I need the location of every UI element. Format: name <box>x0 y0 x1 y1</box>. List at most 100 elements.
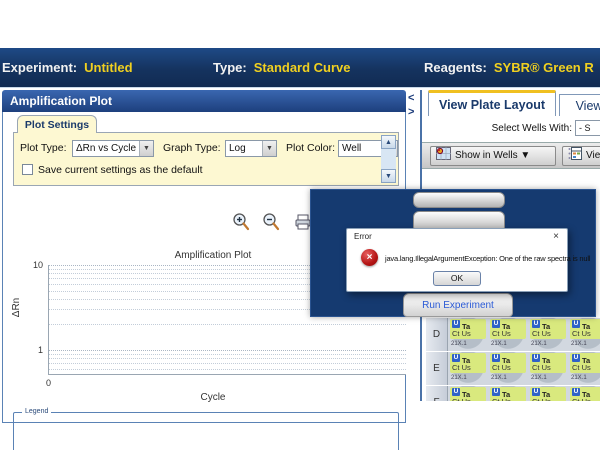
well-label-block: UTaCt Us <box>490 353 526 373</box>
well-label-block: UTaCt Us <box>570 319 600 339</box>
unknown-task-icon: U <box>532 388 540 396</box>
table-icon <box>568 147 582 167</box>
well-label-block: UTaCt Us <box>530 353 566 373</box>
plate-well[interactable]: UTaCt Us21X.1 <box>448 386 488 401</box>
graph-type-value: Log <box>229 143 246 154</box>
chevron-down-icon: ▼ <box>262 141 276 156</box>
plot-color-label: Plot Color: <box>286 140 335 157</box>
experiment-value: Untitled <box>84 60 132 75</box>
tab-plot-settings[interactable]: Plot Settings <box>17 115 97 133</box>
collapse-left-icon[interactable]: < <box>408 92 414 104</box>
run-window-button[interactable] <box>413 192 505 208</box>
plate-well[interactable]: UTaCt Us 21X.1 <box>528 352 568 385</box>
well-quantity-text: 21X.1 <box>571 375 587 381</box>
well-quantity-text: 21X.1 <box>491 341 507 347</box>
zoom-in-icon[interactable] <box>231 212 251 232</box>
plate-row-label[interactable]: F <box>426 386 448 401</box>
well-sample-text: Ct Us <box>492 363 524 372</box>
collapse-right-icon[interactable]: > <box>408 106 414 118</box>
tab-view-plate-layout[interactable]: View Plate Layout <box>428 90 556 116</box>
well-sample-text: Ct Us <box>532 363 564 372</box>
plot-color-value: Well <box>342 143 361 154</box>
show-in-wells-button[interactable]: Show in Wells ▼ <box>430 146 556 166</box>
well-label-block: UTaCt Us <box>450 319 486 339</box>
settings-scrollbar[interactable]: ▲ ▼ <box>381 135 396 183</box>
plot-type-label: Plot Type: <box>20 140 67 157</box>
well-sample-text: Ct Us <box>492 397 524 401</box>
reagents-value: SYBR® Green R <box>494 60 594 75</box>
y-tick-10: 10 <box>17 260 43 270</box>
close-icon[interactable]: × <box>553 231 559 242</box>
type-field: Type: Standard Curve <box>213 48 351 88</box>
plate-well[interactable]: UTaCt Us 21X.1 <box>488 318 528 351</box>
graph-type-dropdown[interactable]: Log ▼ <box>225 140 277 157</box>
view-legend-label: View L <box>586 150 600 161</box>
unknown-task-icon: U <box>532 320 540 328</box>
plate-well[interactable]: UTaCt Us21X.1 <box>528 318 568 351</box>
well-quantity-text: 21X.1 <box>491 375 507 381</box>
well-quantity-text: 21X.1 <box>451 375 467 381</box>
plate-row-label[interactable]: D <box>426 318 448 351</box>
reagents-label: Reagents: <box>424 60 487 75</box>
plate-well[interactable]: UTaCt Us 21X.1 <box>488 352 528 385</box>
save-default-checkbox[interactable] <box>22 164 33 175</box>
chevron-down-icon: ▼ <box>139 141 153 156</box>
unknown-task-icon: U <box>532 354 540 362</box>
x-tick-0: 0 <box>46 378 51 388</box>
plot-settings-box: Plot Type: ΔRn vs Cycle ▼ Graph Type: Lo… <box>13 132 399 186</box>
y-axis-label: ΔRn <box>11 298 22 317</box>
type-label: Type: <box>213 60 247 75</box>
plate-toolbar: Show in Wells ▼ View L <box>422 142 600 169</box>
x-axis-label: Cycle <box>48 392 378 403</box>
well-quantity-text: 21X.1 <box>531 375 547 381</box>
well-label-block: UTaCt Us <box>450 387 486 401</box>
ok-button[interactable]: OK <box>433 271 481 286</box>
unknown-task-icon: U <box>572 320 580 328</box>
well-label-block: UTaCt Us <box>490 319 526 339</box>
select-wells-value: - S <box>579 123 591 133</box>
error-icon: × <box>361 249 378 266</box>
plot-type-dropdown[interactable]: ΔRn vs Cycle ▼ <box>72 140 154 157</box>
plate-well[interactable]: UTaCt Us21X.1 <box>488 386 528 401</box>
well-sample-text: Ct Us <box>452 397 484 401</box>
app-window: Experiment:Untitled Type:Standard Curve … <box>0 0 600 450</box>
tab-view-well-table[interactable]: View <box>559 94 600 116</box>
plate-well[interactable]: UTaCt Us21X.1 <box>448 352 488 385</box>
type-value: Standard Curve <box>254 60 351 75</box>
plate-well[interactable]: UTaCt Us21X.1 <box>568 386 600 401</box>
plate-grid: DUTaCt Us21X.1UTaCt Us21X.1UTaCt Us21X.1… <box>426 318 600 401</box>
plot-settings-row: Plot Type: ΔRn vs Cycle ▼ Graph Type: Lo… <box>20 140 386 157</box>
run-experiment-button[interactable]: Run Experiment <box>403 293 513 317</box>
view-legend-button[interactable]: View L <box>562 146 600 166</box>
error-message: java.lang.IllegalArgumentException: One … <box>385 254 590 263</box>
wells-icon <box>436 147 451 167</box>
unknown-task-icon: U <box>452 320 460 328</box>
plate-rows: DUTaCt Us21X.1UTaCt Us21X.1UTaCt Us21X.1… <box>426 318 600 401</box>
scroll-up-icon[interactable]: ▲ <box>381 135 396 149</box>
select-wells-dropdown[interactable]: - S <box>575 120 600 136</box>
plate-well[interactable]: UTaCt Us 21X.1 <box>448 318 488 351</box>
plate-well[interactable]: UTaCt Us21X.1 <box>568 318 600 351</box>
experiment-field: Experiment: Untitled <box>2 48 133 88</box>
save-default-row: Save current settings as the default <box>22 164 203 178</box>
well-sample-text: Ct Us <box>452 363 484 372</box>
legend-box: Legend <box>13 412 399 450</box>
well-sample-text: Ct Us <box>572 363 600 372</box>
plate-well[interactable]: UTaCt Us21X.1 <box>528 386 568 401</box>
unknown-task-icon: U <box>492 354 500 362</box>
well-quantity-text: 21X.1 <box>451 341 467 347</box>
plot-type-value: ΔRn vs Cycle <box>76 143 136 154</box>
plate-well[interactable]: UTaCt Us21X.1 <box>568 352 600 385</box>
show-in-wells-label: Show in Wells ▼ <box>455 150 530 161</box>
plate-row-label[interactable]: E <box>426 352 448 385</box>
scroll-down-icon[interactable]: ▼ <box>381 169 396 183</box>
select-wells-label: Select Wells With: <box>492 123 572 134</box>
y-tick-1: 1 <box>17 345 43 355</box>
well-label-block: UTaCt Us <box>570 387 600 401</box>
experiment-header-bar: Experiment:Untitled Type:Standard Curve … <box>0 48 600 88</box>
well-sample-text: Ct Us <box>452 329 484 338</box>
reagents-field: Reagents: SYBR® Green R <box>424 48 594 88</box>
experiment-label: Experiment: <box>2 60 77 75</box>
zoom-out-icon[interactable] <box>261 212 281 232</box>
well-sample-text: Ct Us <box>492 329 524 338</box>
